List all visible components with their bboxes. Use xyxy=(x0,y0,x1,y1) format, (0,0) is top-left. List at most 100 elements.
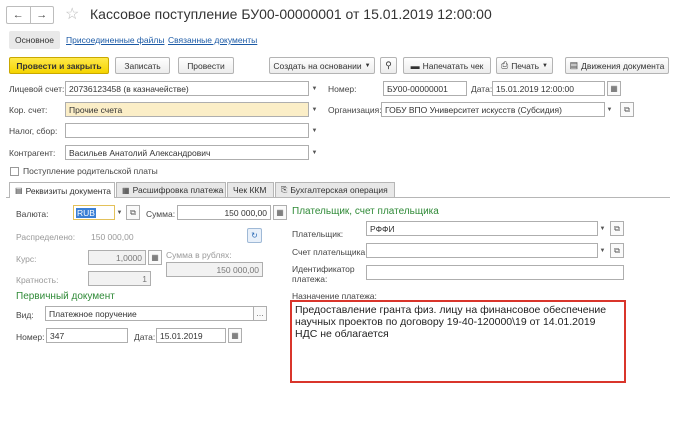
identifier-label-line2: платежа: xyxy=(292,274,328,284)
print-receipt-label: Напечатать чек xyxy=(422,60,484,71)
tax-label: Налог, сбор: xyxy=(9,126,58,136)
more-icon: … xyxy=(256,309,264,318)
print-button[interactable]: ⎙ Печать ▼ xyxy=(496,57,553,74)
tax-field[interactable] xyxy=(65,123,309,138)
doc-number-label: Номер: xyxy=(16,332,45,342)
sum-calculator-button[interactable]: ▦ xyxy=(273,205,287,220)
number-field[interactable]: БУ00-00000001 xyxy=(383,81,467,96)
tab-kkm-receipt[interactable]: Чек ККМ xyxy=(227,182,274,197)
personal-account-dropdown[interactable]: ▼ xyxy=(309,81,320,96)
organization-dropdown[interactable]: ▼ xyxy=(604,102,615,117)
corr-account-dropdown[interactable]: ▼ xyxy=(309,102,320,117)
currency-label: Валюта: xyxy=(16,209,49,219)
find-button[interactable]: ⚲ xyxy=(380,57,397,74)
tab-accounting-operation[interactable]: ⎘ Бухгалтерская операция xyxy=(275,182,395,197)
parent-payment-checkbox[interactable] xyxy=(10,167,19,176)
currency-open-button[interactable]: ⧉ xyxy=(126,205,140,220)
movements-label: Движения документа xyxy=(581,60,665,71)
refresh-distribution-button[interactable]: ↻ xyxy=(247,228,262,243)
favorite-star-icon[interactable]: ☆ xyxy=(65,4,79,24)
purpose-line-1: Предоставление гранта физ. лицу на финан… xyxy=(295,304,607,316)
contractor-dropdown[interactable]: ▼ xyxy=(309,145,320,160)
accounting-icon: ⎘ xyxy=(281,185,288,194)
create-based-on-button[interactable]: Создать на основании ▼ xyxy=(269,57,375,74)
post-button[interactable]: Провести xyxy=(178,57,234,74)
chevron-down-icon: ▼ xyxy=(116,209,123,216)
sum-rub-field[interactable]: 150 000,00 xyxy=(166,262,263,277)
sum-label: Сумма: xyxy=(146,209,176,219)
currency-value: RUB xyxy=(76,208,96,218)
identifier-field[interactable] xyxy=(366,265,624,280)
identifier-label-line1: Идентификатор xyxy=(292,264,355,274)
doc-number-field[interactable]: 347 xyxy=(46,328,128,343)
print-receipt-button[interactable]: ▬ Напечатать чек xyxy=(403,57,491,74)
post-and-close-button[interactable]: Провести и закрыть xyxy=(9,57,109,74)
multiplicity-field[interactable]: 1 xyxy=(88,271,151,286)
print-label: Печать xyxy=(511,60,540,71)
chevron-down-icon: ▼ xyxy=(311,106,318,113)
receipt-printer-icon: ▬ xyxy=(410,60,420,71)
document-movements-button[interactable]: ▤ Движения документа xyxy=(565,57,669,74)
tab-attached-files[interactable]: Присоединенные файлы xyxy=(66,35,164,45)
open-link-icon: ⧉ xyxy=(624,104,630,114)
multiplicity-label: Кратность: xyxy=(16,275,59,285)
rate-field[interactable]: 1,0000 xyxy=(88,250,146,265)
open-link-icon: ⧉ xyxy=(130,207,136,217)
payer-dropdown[interactable]: ▼ xyxy=(597,221,608,236)
chevron-down-icon: ▼ xyxy=(542,62,548,69)
tab-payment-breakdown[interactable]: ▦ Расшифровка платежа xyxy=(116,182,226,197)
payer-open-button[interactable]: ⧉ xyxy=(610,221,624,236)
currency-field[interactable]: RUB xyxy=(73,205,115,220)
personal-account-field[interactable]: 20736123458 (в казначействе) xyxy=(65,81,309,96)
parent-payment-label: Поступление родительской платы xyxy=(23,166,158,176)
purpose-textarea[interactable]: Предоставление гранта физ. лицу на финан… xyxy=(290,300,626,383)
doc-date-picker-button[interactable]: ▦ xyxy=(228,328,242,343)
date-picker-button[interactable]: ▦ xyxy=(607,81,621,96)
forward-button[interactable]: → xyxy=(31,7,54,23)
doc-date-field[interactable]: 15.01.2019 xyxy=(156,328,226,343)
organization-field[interactable]: ГОБУ ВПО Университет искусств (Субсидия) xyxy=(381,102,605,117)
chevron-down-icon: ▼ xyxy=(599,225,606,232)
payer-account-dropdown[interactable]: ▼ xyxy=(597,243,608,258)
nav-back-forward: ← → xyxy=(6,6,54,24)
tab-linked-documents[interactable]: Связанные документы xyxy=(168,35,257,45)
tab-requisites[interactable]: ▤ Реквизиты документа xyxy=(9,182,115,198)
chevron-down-icon: ▼ xyxy=(311,149,318,156)
date-field[interactable]: 15.01.2019 12:00:00 xyxy=(492,81,605,96)
save-button[interactable]: Записать xyxy=(115,57,170,74)
tax-dropdown[interactable]: ▼ xyxy=(309,123,320,138)
kind-select-button[interactable]: … xyxy=(253,306,267,321)
corr-account-field[interactable]: Прочие счета xyxy=(65,102,309,117)
chevron-down-icon: ▼ xyxy=(364,62,371,69)
arrow-left-icon: ← xyxy=(12,9,24,21)
refresh-icon: ↻ xyxy=(251,231,258,240)
corr-account-label: Кор. счет: xyxy=(9,105,48,115)
calculator-icon: ▦ xyxy=(276,208,284,217)
create-based-on-label: Создать на основании xyxy=(273,60,362,71)
payer-label: Плательщик: xyxy=(292,229,344,239)
organization-label: Организация: xyxy=(328,105,382,115)
payer-account-label: Счет плательщика: xyxy=(292,247,368,257)
rate-calculator-button[interactable]: ▦ xyxy=(148,250,162,265)
calendar-icon: ▦ xyxy=(610,84,618,93)
sum-field[interactable]: 150 000,00 xyxy=(177,205,271,220)
distributed-value: 150 000,00 xyxy=(91,232,134,242)
kind-field[interactable]: Платежное поручение xyxy=(45,306,254,321)
document-icon: ▤ xyxy=(15,186,23,195)
date-label: Дата: xyxy=(471,84,493,94)
rate-label: Курс: xyxy=(16,254,37,264)
chevron-down-icon: ▼ xyxy=(606,106,613,113)
open-link-icon: ⧉ xyxy=(614,245,620,255)
payer-account-field[interactable] xyxy=(366,243,598,258)
back-button[interactable]: ← xyxy=(7,7,31,23)
tab-main[interactable]: Основное xyxy=(9,31,60,49)
currency-dropdown[interactable]: ▼ xyxy=(114,205,125,220)
sum-rub-label: Сумма в рублях: xyxy=(166,250,232,260)
payer-account-open-button[interactable]: ⧉ xyxy=(610,243,624,258)
calculator-icon: ▦ xyxy=(151,253,159,262)
organization-open-button[interactable]: ⧉ xyxy=(620,102,634,117)
payer-section-title: Плательщик, счет плательщика xyxy=(292,206,439,217)
contractor-field[interactable]: Васильев Анатолий Александрович xyxy=(65,145,309,160)
payer-field[interactable]: РФФИ xyxy=(366,221,598,236)
tab-kkm-label: Чек ККМ xyxy=(233,185,267,195)
